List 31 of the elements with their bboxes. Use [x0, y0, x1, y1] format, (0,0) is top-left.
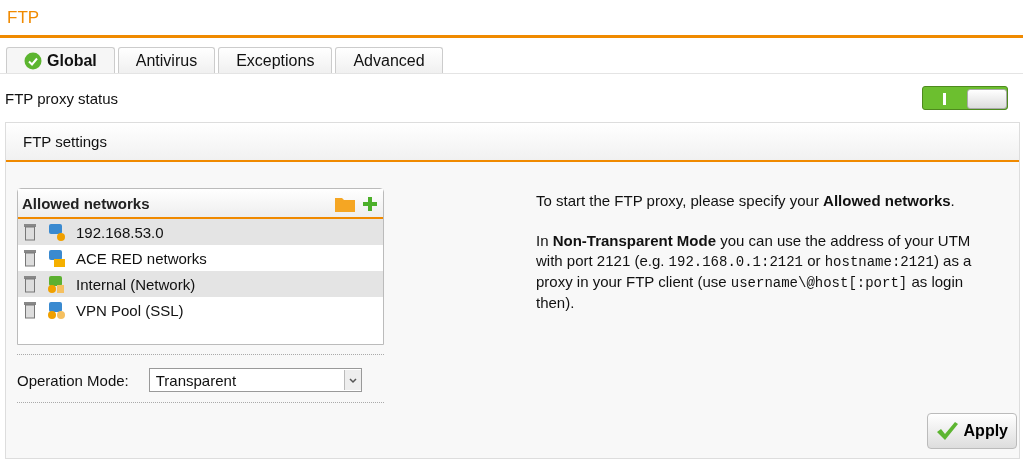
- trash-icon[interactable]: [23, 301, 37, 319]
- network-icon: [47, 222, 66, 242]
- trash-icon[interactable]: [23, 249, 37, 267]
- trash-icon[interactable]: [23, 223, 37, 241]
- network-name: VPN Pool (SSL): [76, 301, 184, 319]
- caret-icon: [343, 370, 361, 390]
- operation-mode-label: Operation Mode:: [17, 371, 129, 389]
- check-circle-icon: [24, 51, 42, 70]
- apply-button[interactable]: Apply: [926, 413, 1017, 449]
- check-icon: [935, 421, 958, 441]
- network-icon: [47, 274, 66, 294]
- help-paragraph: In Non-Transparent Mode you can use the address of your UTM with port 2121 (e.g. 192.168.0.1:2121 or hostname:2121) as a proxy in your FTP client (use username\@host[:port] as login then).: [536, 231, 973, 313]
- help-paragraph: To start the FTP proxy, please specify your Allowed networks.: [536, 191, 956, 211]
- network-icon: [47, 248, 66, 268]
- network-name: ACE RED networks: [76, 249, 207, 267]
- proxy-status-label: FTP proxy status: [5, 89, 119, 107]
- page-title: FTP: [0, 0, 1023, 38]
- operation-mode-select[interactable]: Transparent: [148, 368, 362, 392]
- network-icon: [47, 300, 66, 320]
- trash-icon[interactable]: [23, 275, 37, 293]
- tab[interactable]: Antivirus: [117, 47, 216, 73]
- plus-icon[interactable]: [363, 196, 377, 211]
- tab[interactable]: Global: [6, 47, 115, 73]
- list-title: Allowed networks: [22, 195, 150, 212]
- toggle-switch[interactable]: [922, 86, 1008, 110]
- folder-icon[interactable]: [335, 195, 355, 212]
- network-name: Internal (Network): [76, 275, 196, 293]
- tab[interactable]: Exceptions: [218, 47, 333, 73]
- panel-title: FTP settings: [6, 123, 1019, 162]
- network-name: 192.168.53.0: [76, 223, 164, 241]
- tab[interactable]: Advanced: [335, 47, 443, 73]
